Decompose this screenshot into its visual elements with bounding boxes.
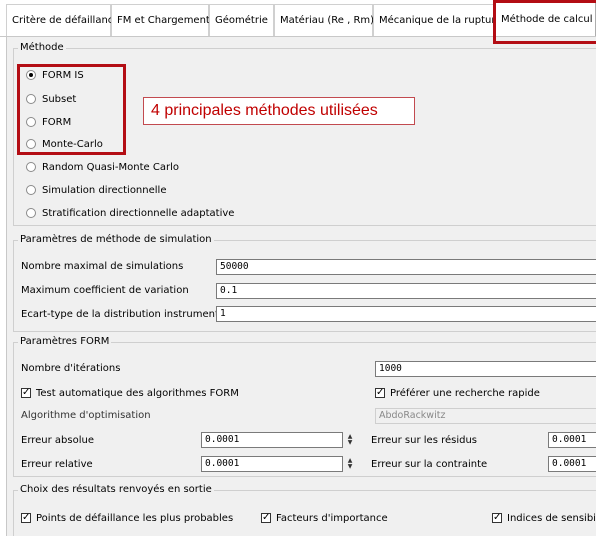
tab-mecanique-rupture[interactable]: Mécanique de la rupture	[373, 4, 501, 36]
annotation-label: 4 principales méthodes utilisées	[143, 97, 415, 125]
sensitivity-checkbox[interactable]: ✓ Indices de sensibilité	[492, 511, 596, 525]
max-cv-input[interactable]: 0.1	[216, 283, 596, 299]
rel-err-spin-icon[interactable]: ▲ ▼	[344, 456, 356, 472]
tab-geometrie[interactable]: Géométrie	[209, 4, 274, 36]
auto-test-checkbox[interactable]: ✓ Test automatique des algorithmes FORM	[21, 386, 239, 400]
tab-label: Mécanique de la rupture	[379, 15, 502, 26]
residual-err-input[interactable]: 0.0001	[548, 432, 596, 448]
checkmark-icon: ✓	[261, 512, 271, 523]
active-tab-highlight	[493, 0, 596, 44]
checkmark-icon: ✓	[21, 387, 31, 398]
checkbox-label: Préférer une recherche rapide	[390, 387, 540, 399]
methode-legend: Méthode	[18, 42, 66, 54]
rel-err-input[interactable]: 0.0001	[201, 456, 343, 472]
iterations-input[interactable]: 1000	[375, 361, 596, 377]
iterations-label: Nombre d'itérations	[21, 363, 121, 374]
tab-label: Critère de défaillance	[12, 15, 120, 26]
tab-label: FM et Chargement	[117, 15, 210, 26]
points-checkbox[interactable]: ✓ Points de défaillance les plus probable…	[21, 511, 233, 525]
algo-select[interactable]: AbdoRackwitz	[375, 408, 596, 424]
checkmark-icon: ✓	[21, 512, 31, 523]
max-cv-label: Maximum coefficient de variation	[21, 285, 189, 296]
std-label: Ecart-type de la distribution instrument…	[21, 309, 234, 320]
radio-label: Random Quasi-Monte Carlo	[42, 161, 179, 173]
radio-stratification[interactable]: Stratification directionnelle adaptative	[26, 206, 234, 220]
tab-critere-defaillance[interactable]: Critère de défaillance	[6, 4, 119, 36]
fast-search-checkbox[interactable]: ✓ Préférer une recherche rapide	[375, 386, 540, 400]
tab-label: Géométrie	[215, 15, 268, 26]
abs-err-input[interactable]: 0.0001	[201, 432, 343, 448]
constraint-err-label: Erreur sur la contrainte	[371, 459, 488, 470]
radio-icon	[26, 162, 36, 172]
radio-icon	[26, 185, 36, 195]
form-legend: Paramètres FORM	[18, 336, 112, 348]
main-methods-highlight	[17, 64, 126, 155]
simulation-legend: Paramètres de méthode de simulation	[18, 234, 214, 246]
checkbox-label: Facteurs d'importance	[276, 512, 388, 524]
tab-fm-chargement[interactable]: FM et Chargement	[111, 4, 210, 36]
checkmark-icon: ✓	[492, 512, 502, 523]
checkbox-label: Test automatique des algorithmes FORM	[36, 387, 239, 399]
residual-err-label: Erreur sur les résidus	[371, 435, 478, 446]
results-legend: Choix des résultats renvoyés en sortie	[18, 484, 214, 496]
radio-label: Simulation directionnelle	[42, 184, 167, 196]
abs-err-spin-icon[interactable]: ▲ ▼	[344, 432, 356, 448]
checkbox-label: Points de défaillance les plus probables	[36, 512, 234, 524]
checkmark-icon: ✓	[375, 387, 385, 398]
max-sims-label: Nombre maximal de simulations	[21, 261, 184, 272]
rel-err-label: Erreur relative	[21, 459, 93, 470]
std-input[interactable]: 1	[216, 306, 596, 322]
radio-icon	[26, 208, 36, 218]
radio-random-quasi-monte-carlo[interactable]: Random Quasi-Monte Carlo	[26, 160, 179, 174]
radio-simulation-directionnelle[interactable]: Simulation directionnelle	[26, 183, 166, 197]
constraint-err-input[interactable]: 0.0001	[548, 456, 596, 472]
abs-err-label: Erreur absolue	[21, 435, 94, 446]
importance-checkbox[interactable]: ✓ Facteurs d'importance	[261, 511, 388, 525]
checkbox-label: Indices de sensibilité	[507, 512, 596, 524]
tab-materiau[interactable]: Matériau (Re , Rm)	[274, 4, 375, 36]
max-sims-input[interactable]: 50000	[216, 259, 596, 275]
tab-label: Matériau (Re , Rm)	[280, 15, 375, 26]
radio-label: Stratification directionnelle adaptative	[42, 207, 235, 219]
algo-label: Algorithme d'optimisation	[21, 410, 151, 421]
